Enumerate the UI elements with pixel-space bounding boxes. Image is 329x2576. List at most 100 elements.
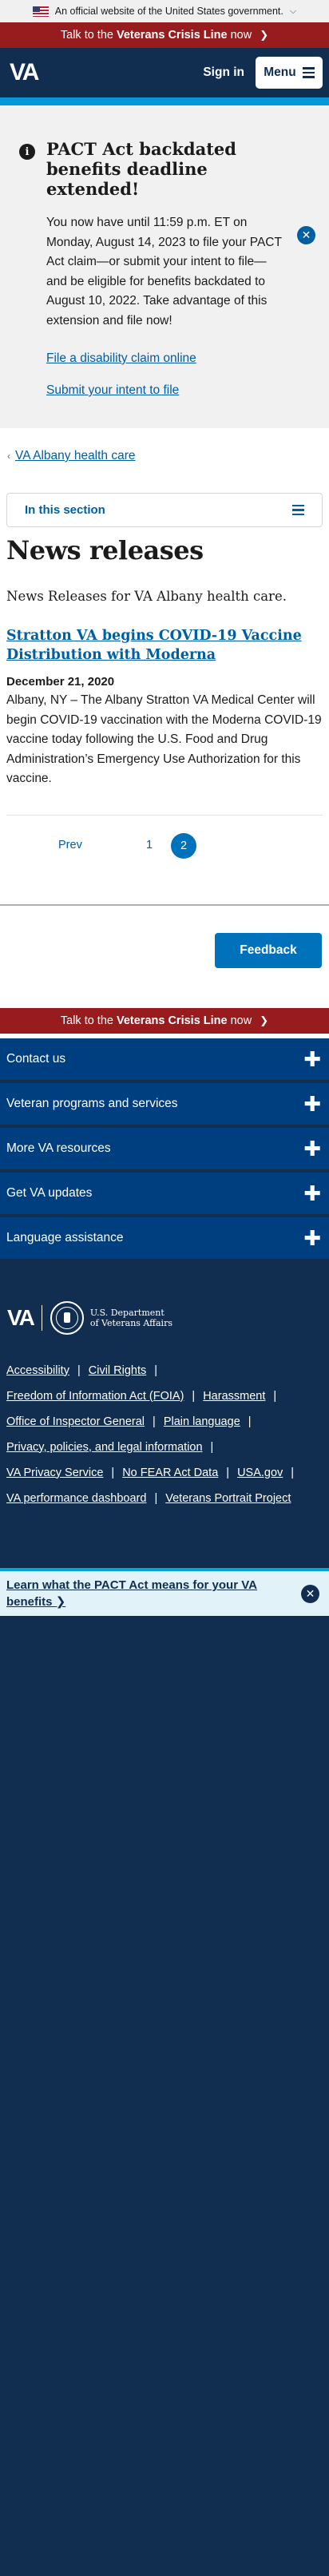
separator: | — [77, 1363, 81, 1377]
footer-link-civil-rights[interactable]: Civil Rights — [89, 1364, 147, 1377]
file-claim-link[interactable]: File a disability claim online — [46, 351, 286, 367]
hamburger-icon — [302, 67, 315, 78]
footer-link-privacy[interactable]: Privacy, policies, and legal information — [6, 1441, 203, 1454]
accordion-label: More VA resources — [6, 1141, 111, 1155]
separator: | — [248, 1415, 252, 1428]
crisis-line-bar[interactable]: Talk to the Veterans Crisis Line now ❯ — [0, 22, 329, 48]
menu-label: Menu — [264, 65, 296, 79]
footer-link-harassment[interactable]: Harassment — [203, 1390, 265, 1403]
close-alert-button[interactable]: ✕ — [297, 226, 315, 244]
separator: | — [192, 1389, 196, 1403]
official-banner-text: An official website of the United States… — [54, 6, 283, 17]
footer-logos: VA U.S. Department of Veterans Affairs — [0, 1262, 329, 1339]
crisis-suffix: now — [230, 29, 252, 42]
hamburger-icon — [292, 504, 304, 516]
feedback-button[interactable]: Feedback — [215, 932, 322, 968]
close-icon: ✕ — [297, 226, 315, 244]
footer-link-accessibility[interactable]: Accessibility — [6, 1364, 69, 1377]
plus-icon: ✚ — [303, 1091, 321, 1116]
separator: | — [153, 1415, 156, 1428]
dept-line-2: of Veterans Affairs — [89, 1317, 172, 1328]
page-intro: News Releases for VA Albany health care. — [6, 589, 287, 604]
accordion-label: Contact us — [6, 1051, 66, 1066]
breadcrumb-link[interactable]: VA Albany health care — [15, 449, 136, 463]
menu-button[interactable]: Menu — [256, 57, 323, 89]
separator: | — [210, 1440, 214, 1454]
chevron-left-icon: ‹ — [7, 451, 10, 462]
dept-line-1: U.S. Department — [89, 1307, 164, 1318]
separator: | — [154, 1491, 158, 1505]
footer-link-foia[interactable]: Freedom of Information Act (FOIA) — [6, 1390, 184, 1403]
footer-links: Accessibility | Civil Rights | Freedom o… — [0, 1339, 329, 1511]
footer-link-dashboard[interactable]: VA performance dashboard — [6, 1492, 146, 1505]
info-icon: i — [19, 144, 35, 160]
divider — [6, 814, 323, 816]
pagination: Prev 1 2 — [0, 832, 329, 859]
feedback-area: Feedback — [0, 906, 329, 1008]
accordion-contact-us[interactable]: Contact us ✚ — [0, 1038, 329, 1083]
chevron-right-icon: ❯ — [55, 1595, 66, 1609]
plus-icon: ✚ — [303, 1046, 321, 1071]
plus-icon: ✚ — [303, 1136, 321, 1161]
separator: | — [291, 1466, 295, 1479]
va-seal-icon — [50, 1300, 84, 1335]
prev-page-link[interactable]: Prev — [58, 839, 82, 851]
accordion-get-updates[interactable]: Get VA updates ✚ — [0, 1172, 329, 1217]
chevron-down-icon[interactable]: ⌵ — [290, 6, 296, 17]
footer-crisis-line[interactable]: Talk to the Veterans Crisis Line now ❯ — [0, 1007, 329, 1034]
news-summary: Albany, NY – The Albany Stratton VA Medi… — [6, 693, 322, 785]
footer-link-plain-language[interactable]: Plain language — [164, 1415, 240, 1428]
crisis-prefix: Talk to the — [60, 1014, 113, 1027]
page-title: News releases — [6, 535, 204, 566]
accordion-label: Get VA updates — [6, 1185, 93, 1200]
footer-link-no-fear[interactable]: No FEAR Act Data — [122, 1467, 218, 1479]
footer-va-logo[interactable]: VA — [7, 1305, 35, 1331]
footer-link-oig[interactable]: Office of Inspector General — [6, 1415, 145, 1428]
pact-banner-link[interactable]: Learn what the PACT Act means for your V… — [6, 1577, 262, 1610]
crisis-prefix: Talk to the — [60, 29, 113, 42]
pact-banner-text: Learn what the PACT Act means for your V… — [6, 1578, 257, 1609]
news-date: December 21, 2020 — [6, 675, 115, 689]
accordion-veteran-programs[interactable]: Veteran programs and services ✚ — [0, 1082, 329, 1128]
department-name: U.S. Department of Veterans Affairs — [90, 1308, 172, 1328]
us-flag-icon — [32, 6, 49, 17]
separator: | — [111, 1466, 115, 1479]
accordion-label: Language assistance — [6, 1230, 124, 1244]
accordion-language-assistance[interactable]: Language assistance ✚ — [0, 1217, 329, 1262]
close-icon[interactable]: ✕ — [301, 1584, 319, 1603]
in-this-section-button[interactable]: In this section — [6, 493, 323, 527]
official-gov-banner[interactable]: An official website of the United States… — [0, 0, 329, 22]
section-nav-label: In this section — [25, 503, 105, 517]
accordion-more-resources[interactable]: More VA resources ✚ — [0, 1127, 329, 1173]
pact-act-banner: Learn what the PACT Act means for your V… — [0, 1568, 329, 1616]
page-1-link[interactable]: 1 — [146, 839, 153, 851]
plus-icon: ✚ — [303, 1225, 321, 1250]
site-header: VA Sign in Menu — [0, 48, 329, 97]
news-title-link[interactable]: Stratton VA begins COVID-19 Vaccine Dist… — [6, 626, 323, 665]
chevron-right-icon: ❯ — [260, 29, 269, 41]
header-actions: Sign in Menu — [203, 57, 323, 89]
va-logo[interactable]: VA — [10, 59, 39, 86]
separator: | — [273, 1389, 277, 1403]
chevron-right-icon: ❯ — [260, 1014, 269, 1026]
breadcrumb: ‹ VA Albany health care — [0, 449, 329, 463]
footer-link-portrait[interactable]: Veterans Portrait Project — [165, 1492, 291, 1505]
footer-link-privacy-service[interactable]: VA Privacy Service — [6, 1467, 103, 1479]
accordion-label: Veteran programs and services — [6, 1096, 178, 1110]
list-item: Stratton VA begins COVID-19 Vaccine Dist… — [0, 626, 329, 789]
header-stripe — [0, 97, 329, 105]
site-footer: Contact us ✚ Veteran programs and servic… — [0, 1038, 329, 2576]
crisis-emphasis: Veterans Crisis Line — [116, 29, 228, 42]
plus-icon: ✚ — [303, 1181, 321, 1205]
separator: | — [154, 1363, 158, 1377]
page-2-current[interactable]: 2 — [171, 832, 196, 859]
crisis-emphasis: Veterans Crisis Line — [116, 1014, 228, 1027]
footer-link-usa-gov[interactable]: USA.gov — [237, 1467, 283, 1479]
sign-in-link[interactable]: Sign in — [203, 65, 244, 80]
alert-title: PACT Act backdated benefits deadline ext… — [46, 139, 236, 199]
pact-act-alert: i PACT Act backdated benefits deadline e… — [0, 105, 329, 428]
crisis-suffix: now — [230, 1014, 252, 1027]
intent-to-file-link[interactable]: Submit your intent to file — [46, 383, 286, 399]
separator: | — [226, 1466, 230, 1479]
alert-body-text: You now have until 11:59 p.m. ET on Mond… — [46, 216, 282, 327]
